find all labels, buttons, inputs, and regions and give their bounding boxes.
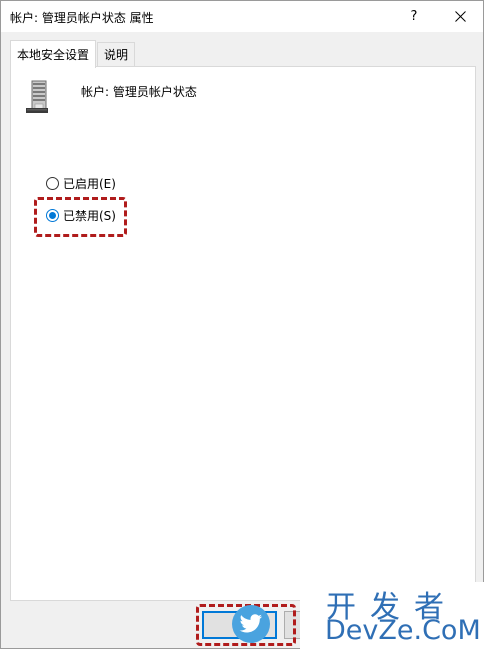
server-icon [26,80,48,113]
properties-dialog: 帐户: 管理员帐户状态 属性 ? 本地安全设置 说明 帐户: 管理员帐户状态 已… [0,0,484,649]
tab-explain[interactable]: 说明 [97,42,136,66]
help-button[interactable]: ? [391,1,437,32]
close-button[interactable] [437,1,483,32]
policy-name: 帐户: 管理员帐户状态 [81,85,197,99]
window-title: 帐户: 管理员帐户状态 属性 [10,11,154,25]
site-watermark: 开发者 DevZe.CoM [300,582,484,649]
tab-strip: 本地安全设置 说明 [10,40,476,68]
bird-icon [232,605,270,643]
enabled-label: 已启用(E) [63,176,116,191]
enabled-option[interactable]: 已启用(E) [46,174,116,192]
tab-local-security-setting[interactable]: 本地安全设置 [10,40,97,68]
title-bar: 帐户: 管理员帐户状态 属性 ? [1,1,483,32]
enabled-radio[interactable] [46,176,59,190]
watermark-english: DevZe.CoM [325,615,481,646]
disabled-option-highlight [34,197,127,237]
bird-glyph [239,614,263,633]
settings-panel: 帐户: 管理员帐户状态 已启用(E) 已禁用(S) [10,66,476,601]
close-icon [454,11,466,22]
